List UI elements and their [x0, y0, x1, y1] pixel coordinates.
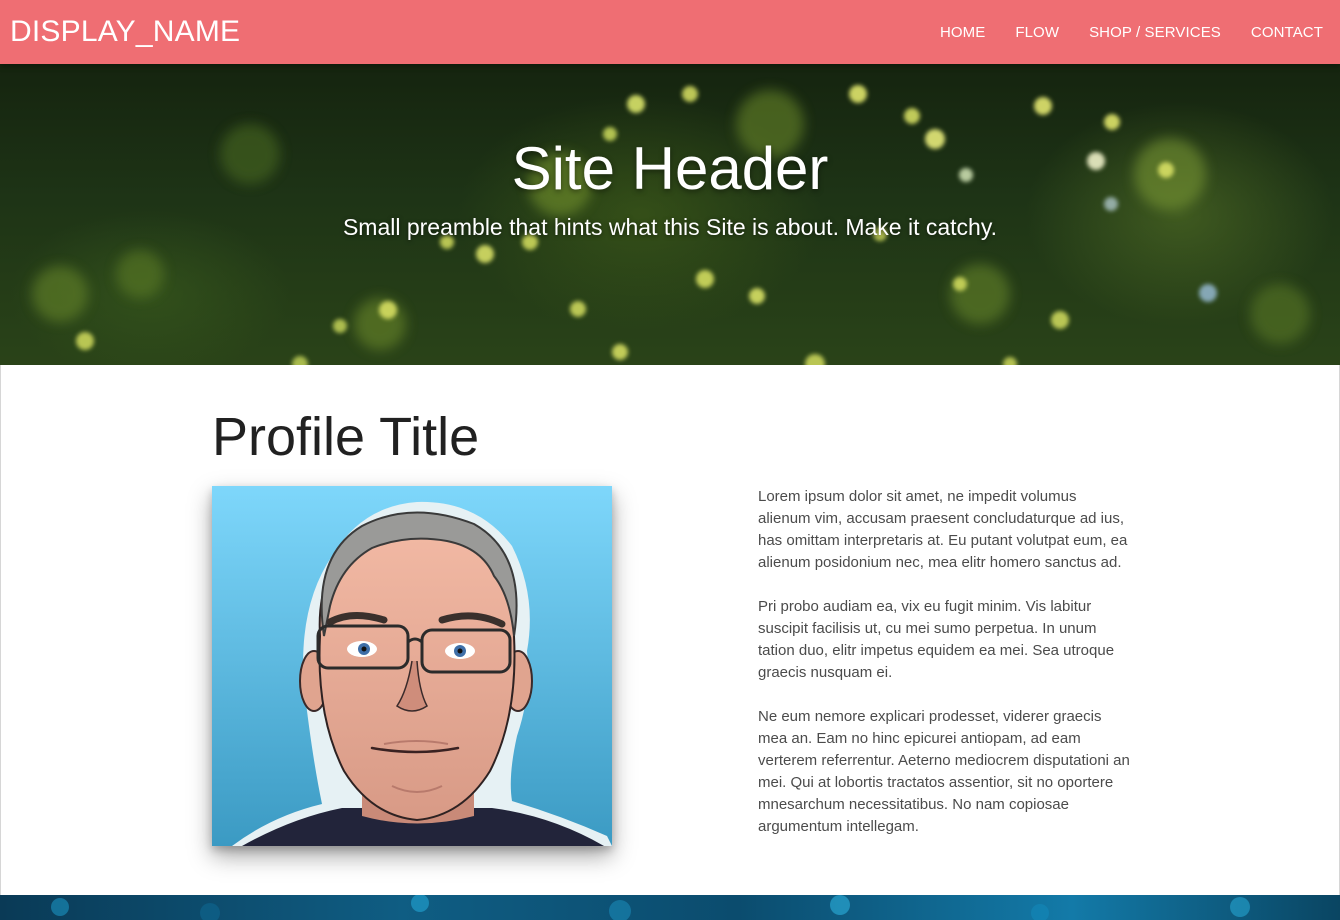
nav-menu: HOME FLOW SHOP / SERVICES CONTACT — [910, 0, 1323, 64]
profile-title: Profile Title — [212, 407, 480, 467]
site-header-preamble: Small preamble that hints what this Site… — [342, 214, 998, 240]
bio-paragraph: Pri probo audiam ea, vix eu fugit minim.… — [758, 598, 1115, 681]
brand-logo-link[interactable]: DISPLAY_NAME — [10, 14, 240, 50]
bio-paragraph: Ne eum nemore explicari prodesset, vider… — [758, 708, 1130, 835]
footer-texture-image — [51, 895, 1250, 920]
top-navbar: DISPLAY_NAME HOME FLOW SHOP / SERVICES C… — [0, 0, 1340, 64]
footer-banner-image — [0, 895, 1340, 920]
profile-avatar-image — [212, 486, 612, 846]
nav-link-flow[interactable]: FLOW — [1015, 24, 1059, 41]
nav-link-shop-services[interactable]: SHOP / SERVICES — [1089, 24, 1221, 41]
hero-banner: Site Header Small preamble that hints wh… — [0, 64, 1340, 365]
cartoon-portrait-icon — [212, 486, 612, 846]
bio-paragraph: Lorem ipsum dolor sit amet, ne impedit v… — [758, 488, 1128, 571]
profile-bio: Lorem ipsum dolor sit amet, ne impedit v… — [758, 486, 1130, 860]
nav-link-contact[interactable]: CONTACT — [1251, 24, 1323, 41]
nav-link-home[interactable]: HOME — [940, 24, 985, 41]
site-header-title: Site Header — [511, 135, 829, 202]
